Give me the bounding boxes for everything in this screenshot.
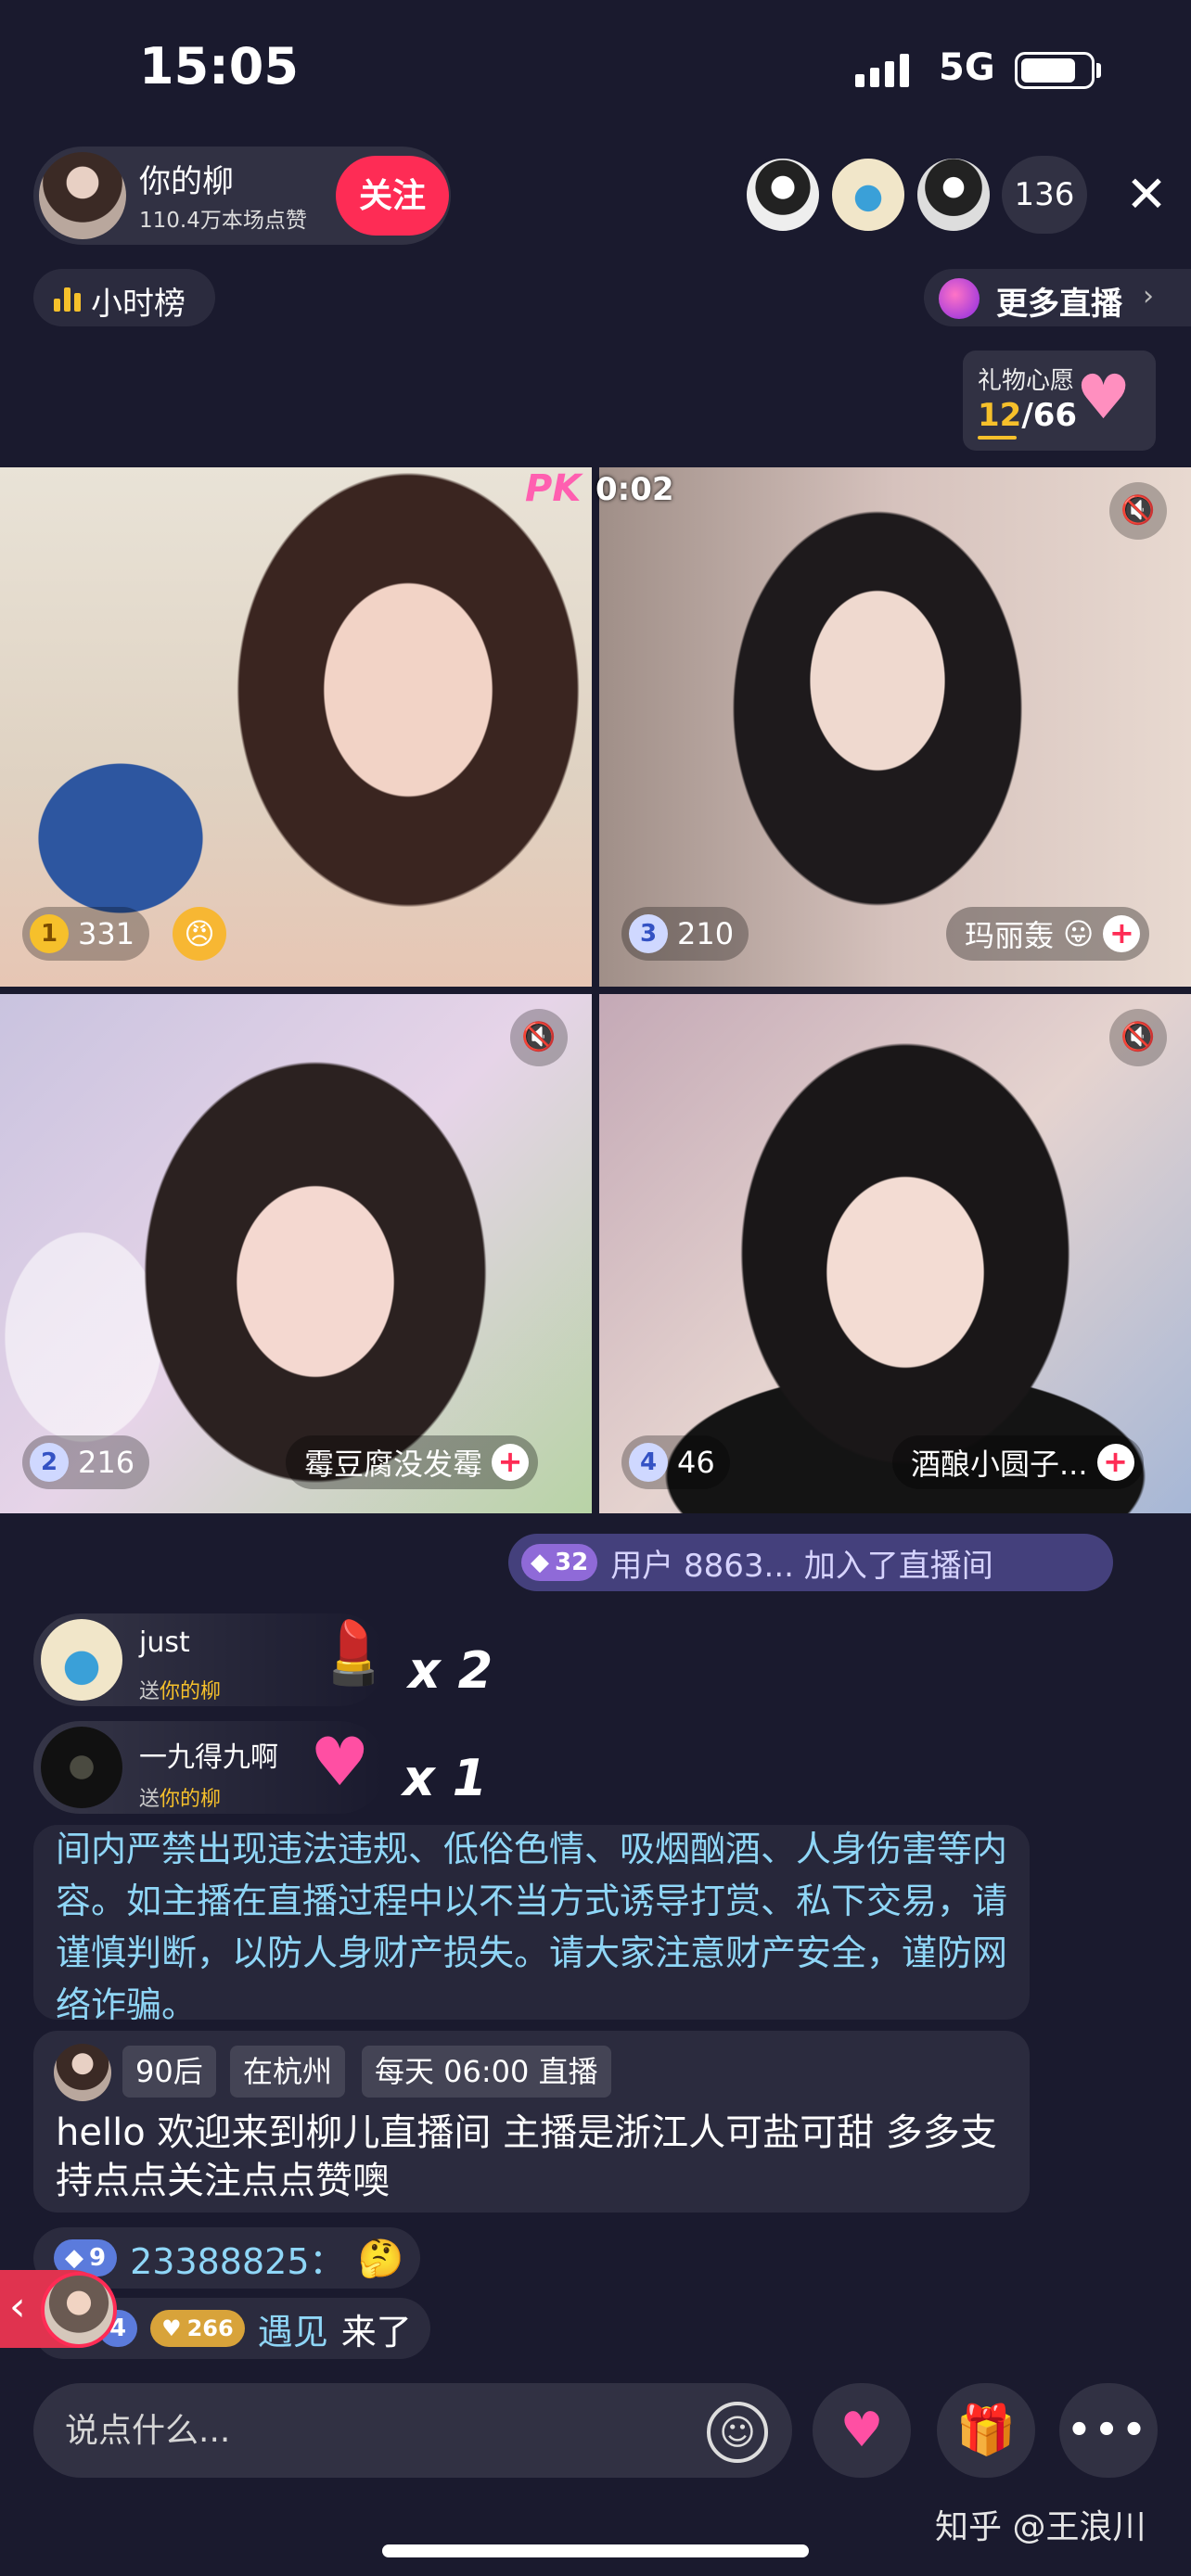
host-likes: 110.4万本场点赞 <box>139 209 307 233</box>
greeting-avatar <box>54 2044 111 2101</box>
gift-sender-name: 一九得九啊 <box>139 1741 278 1774</box>
mute-icon[interactable]: 🔇 <box>1109 1009 1167 1066</box>
gold-badge: ♥ 266 <box>150 2310 245 2347</box>
battery-icon <box>1015 52 1095 89</box>
gift-verb: 送 <box>139 1680 160 1703</box>
mute-icon[interactable]: 🔇 <box>1109 482 1167 540</box>
gift-wish-title: 礼物心愿 <box>978 367 1075 395</box>
gift-wish-underline <box>978 436 1017 440</box>
rank-badge: 4 <box>629 1443 668 1482</box>
host-tag: 每天 06:00 直播 <box>362 2046 611 2098</box>
host-greeting-text: hello 欢迎来到柳儿直播间 主播是浙江人可盐可甜 多多支持点点关注点点赞噢 <box>56 2111 997 2202</box>
battery-tip <box>1096 63 1101 78</box>
thinking-emoji-icon: 🤔 <box>357 2237 404 2280</box>
gift-recipient: 送你的柳 <box>139 1782 221 1812</box>
close-icon[interactable]: ✕ <box>1119 167 1174 223</box>
angry-emoji-icon: 😠 <box>173 907 226 961</box>
lipstick-gift-icon: 💄 <box>315 1617 392 1689</box>
join-notice: ◆ 32 用户 8863... 加入了直播间 <box>508 1534 1113 1591</box>
guest-name-pill[interactable]: 酒酿小圆子... + <box>892 1435 1144 1489</box>
viewer-avatar[interactable] <box>744 156 822 234</box>
rank-badge: 3 <box>629 914 668 953</box>
gift-box-button[interactable]: 🎁 <box>937 2383 1035 2478</box>
follow-button[interactable]: 关注 <box>336 156 449 236</box>
level-badge: ◆ 32 <box>521 1544 598 1581</box>
heart-badge-icon: ♥ <box>161 2315 182 2341</box>
rank-bars-icon <box>54 284 82 312</box>
emoji-button[interactable]: ☺ <box>707 2402 768 2463</box>
signal-icon <box>855 50 909 87</box>
gift-recipient-name: 你的柳 <box>160 1680 222 1703</box>
viewer-avatar[interactable] <box>915 156 992 234</box>
chevron-left-icon[interactable]: ‹ <box>9 2283 26 2330</box>
guest-name: 玛丽轰 <box>965 918 1055 953</box>
guest-name: 霉豆腐没发霉 <box>304 1447 483 1482</box>
mute-icon[interactable]: 🔇 <box>510 1009 568 1066</box>
system-notice-text: 间内严禁出现违法违规、低俗色情、吸烟酗酒、人身伤害等内容。如主播在直播过程中以不… <box>56 1829 1008 2025</box>
crown-rank-badge: 1 <box>30 914 69 953</box>
chat-user: 23388825： <box>130 2240 345 2282</box>
network-label: 5G <box>939 46 995 89</box>
tile-score: 4 46 <box>621 1435 730 1489</box>
heart-gift-icon: ♥ <box>310 1723 370 1801</box>
gift-recipient: 送你的柳 <box>139 1675 221 1704</box>
planet-icon <box>939 278 980 319</box>
tile-score: 1 331 <box>22 907 150 961</box>
home-indicator <box>382 2544 809 2557</box>
gift-sender-name: just <box>139 1626 190 1659</box>
tile-score: 3 210 <box>621 907 749 961</box>
host-tag: 90后 <box>122 2046 216 2098</box>
side-drawer-avatar[interactable] <box>41 2272 117 2348</box>
chevron-right-icon: › <box>1143 280 1154 312</box>
gift-wish-current: 12 <box>978 397 1022 434</box>
gift-recipient-name: 你的柳 <box>160 1788 222 1811</box>
tongue-emoji-icon: 😛 <box>1063 916 1095 951</box>
host-avatar[interactable] <box>39 152 126 239</box>
heart-icon: ♥ <box>1076 362 1132 433</box>
gift-verb: 送 <box>139 1788 160 1811</box>
fan-level: 9 <box>89 2244 107 2272</box>
more-button[interactable]: ••• <box>1059 2383 1158 2478</box>
pk-badge: PK <box>525 467 582 510</box>
guest-name-pill[interactable]: 霉豆腐没发霉 + <box>286 1435 539 1489</box>
gift-multiplier: x 1 <box>403 1749 488 1807</box>
status-time: 15:05 <box>139 37 299 96</box>
gem-icon: ◆ <box>531 1549 549 1576</box>
chat-user: 遇见 <box>257 2311 328 2353</box>
guest-name: 酒酿小圆子... <box>911 1447 1088 1482</box>
rank-badge: 2 <box>30 1443 69 1482</box>
heart-gift-button[interactable]: ♥ <box>813 2383 911 2478</box>
level-value: 32 <box>555 1549 589 1576</box>
gold-value: 266 <box>186 2315 234 2341</box>
gift-wish-progress: 12/66 <box>978 397 1077 434</box>
gift-wish-total: /66 <box>1021 397 1078 434</box>
viewer-avatar[interactable] <box>829 156 907 234</box>
score-value: 210 <box>677 916 735 951</box>
gift-sender-avatar[interactable] <box>41 1727 122 1808</box>
more-live-label: 更多直播 <box>996 286 1122 323</box>
pk-timer: 0:02 <box>596 471 674 508</box>
follow-plus-icon[interactable]: + <box>1103 915 1141 952</box>
watermark: 知乎 @王浪川 <box>935 2508 1146 2546</box>
follow-plus-icon[interactable]: + <box>492 1444 530 1481</box>
score-value: 46 <box>677 1445 715 1480</box>
host-tag: 在杭州 <box>230 2046 346 2098</box>
tile-score: 2 216 <box>22 1435 150 1489</box>
join-text: 用户 8863... 加入了直播间 <box>610 1547 993 1585</box>
comment-input[interactable] <box>33 2383 792 2478</box>
hourly-rank-label: 小时榜 <box>91 286 186 323</box>
guest-name-pill[interactable]: 玛丽轰 😛 + <box>946 907 1150 961</box>
gift-sender-avatar[interactable] <box>41 1619 122 1701</box>
viewer-count[interactable]: 136 <box>1002 156 1087 234</box>
score-value: 331 <box>78 916 135 951</box>
host-name: 你的柳 <box>139 163 234 200</box>
chat-action: 来了 <box>340 2311 412 2353</box>
score-value: 216 <box>78 1445 135 1480</box>
follow-plus-icon[interactable]: + <box>1096 1444 1134 1481</box>
gift-multiplier: x 2 <box>408 1641 493 1700</box>
